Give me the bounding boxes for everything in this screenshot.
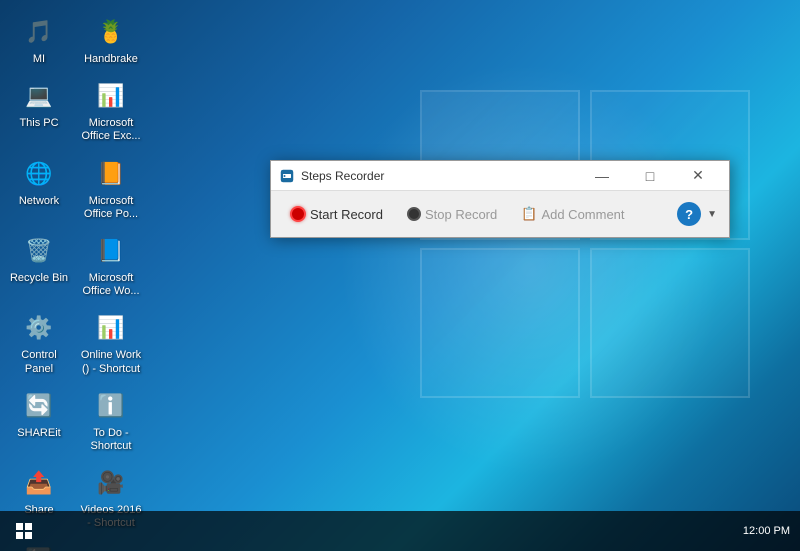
win-pane-bottomleft	[420, 248, 580, 398]
desktop-icon-this-pc[interactable]: 💻 This PC	[5, 74, 73, 147]
desktop-icon-control-panel[interactable]: ⚙️ Control Panel	[5, 306, 73, 379]
dropdown-arrow-icon[interactable]: ▼	[703, 207, 721, 222]
word-label: Microsoft Office Wo...	[79, 272, 143, 298]
excel-label: Microsoft Office Exc...	[79, 117, 143, 143]
icon-row-4: ⚙️ Control Panel 📊 Online Work () - Shor…	[5, 306, 145, 379]
icon-row-1: 💻 This PC 📊 Microsoft Office Exc...	[5, 74, 145, 147]
online-work-icon: 📊	[93, 310, 129, 346]
share-icon: 📤	[21, 465, 57, 501]
network-icon: 🌐	[21, 156, 57, 192]
todo-icon: ℹ️	[93, 388, 129, 424]
network-label: Network	[19, 195, 59, 208]
this-pc-label: This PC	[19, 117, 58, 130]
stop-icon	[407, 207, 421, 221]
powerpoint-icon: 📙	[93, 156, 129, 192]
desktop-icon-recycle[interactable]: 🗑️ Recycle Bin	[5, 229, 73, 302]
minimize-button[interactable]: —	[579, 161, 625, 191]
icon-row-5: 🔄 SHAREit ℹ️ To Do - Shortcut	[5, 384, 145, 457]
close-button[interactable]: ✕	[675, 161, 721, 191]
desktop-icon-network[interactable]: 🌐 Network	[5, 152, 73, 225]
help-label: ?	[685, 207, 693, 222]
help-button[interactable]: ?	[677, 202, 701, 226]
comment-icon: 📋	[521, 206, 537, 222]
add-comment-button[interactable]: 📋 Add Comment	[510, 201, 635, 227]
start-button[interactable]	[0, 511, 48, 551]
desktop-icon-todo[interactable]: ℹ️ To Do - Shortcut	[77, 384, 145, 457]
icon-row-0: 🎵 MI 🍍 Handbrake	[5, 10, 145, 70]
taskbar-system-tray: 12:00 PM	[743, 525, 800, 537]
maximize-button[interactable]: □	[627, 161, 673, 191]
stop-record-label: Stop Record	[425, 207, 497, 222]
recycle-label: Recycle Bin	[10, 272, 68, 285]
this-pc-icon: 💻	[21, 78, 57, 114]
desktop-icon-mi[interactable]: 🎵 MI	[5, 10, 73, 70]
stop-record-button[interactable]: Stop Record	[396, 202, 508, 227]
powerpoint-label: Microsoft Office Po...	[79, 195, 143, 221]
desktop-icon-shareit[interactable]: 🔄 SHAREit	[5, 384, 73, 457]
desktop-icon-handbrake[interactable]: 🍍 Handbrake	[77, 10, 145, 70]
handbrake-label: Handbrake	[84, 53, 138, 66]
window-title-icon	[279, 168, 295, 184]
todo-label: To Do - Shortcut	[79, 427, 143, 453]
window-titlebar[interactable]: Steps Recorder — □ ✕	[271, 161, 729, 191]
record-red-icon	[290, 206, 306, 222]
desktop-icon-area: 🎵 MI 🍍 Handbrake 💻 This PC 📊 Microsoft O…	[0, 0, 150, 551]
online-work-label: Online Work () - Shortcut	[79, 349, 143, 375]
window-title-text: Steps Recorder	[301, 169, 579, 183]
start-record-label: Start Record	[310, 207, 383, 222]
mi-icon: 🎵	[21, 14, 57, 50]
excel-icon: 📊	[93, 78, 129, 114]
steps-recorder-window: Steps Recorder — □ ✕ Start Record Stop R…	[270, 160, 730, 238]
videos-icon: 🎥	[93, 465, 129, 501]
desktop-icon-excel[interactable]: 📊 Microsoft Office Exc...	[77, 74, 145, 147]
window-toolbar: Start Record Stop Record 📋 Add Comment ?…	[271, 191, 729, 237]
taskbar: 12:00 PM	[0, 511, 800, 551]
recycle-bin-icon: 🗑️	[21, 233, 57, 269]
control-panel-label: Control Panel	[7, 349, 71, 375]
start-record-button[interactable]: Start Record	[279, 201, 394, 227]
desktop: 🎵 MI 🍍 Handbrake 💻 This PC 📊 Microsoft O…	[0, 0, 800, 551]
desktop-icon-online-work[interactable]: 📊 Online Work () - Shortcut	[77, 306, 145, 379]
window-controls: — □ ✕	[579, 161, 721, 191]
add-comment-label: Add Comment	[541, 207, 624, 222]
shareit-icon: 🔄	[21, 388, 57, 424]
shareit-label: SHAREit	[17, 427, 60, 440]
word-icon: 📘	[93, 233, 129, 269]
control-panel-icon: ⚙️	[21, 310, 57, 346]
desktop-icon-word[interactable]: 📘 Microsoft Office Wo...	[77, 229, 145, 302]
taskbar-time: 12:00 PM	[743, 525, 790, 537]
mi-label: MI	[33, 53, 45, 66]
win-pane-bottomright	[590, 248, 750, 398]
desktop-icon-powerpoint[interactable]: 📙 Microsoft Office Po...	[77, 152, 145, 225]
icon-row-3: 🗑️ Recycle Bin 📘 Microsoft Office Wo...	[5, 229, 145, 302]
icon-row-2: 🌐 Network 📙 Microsoft Office Po...	[5, 152, 145, 225]
handbrake-icon: 🍍	[93, 14, 129, 50]
